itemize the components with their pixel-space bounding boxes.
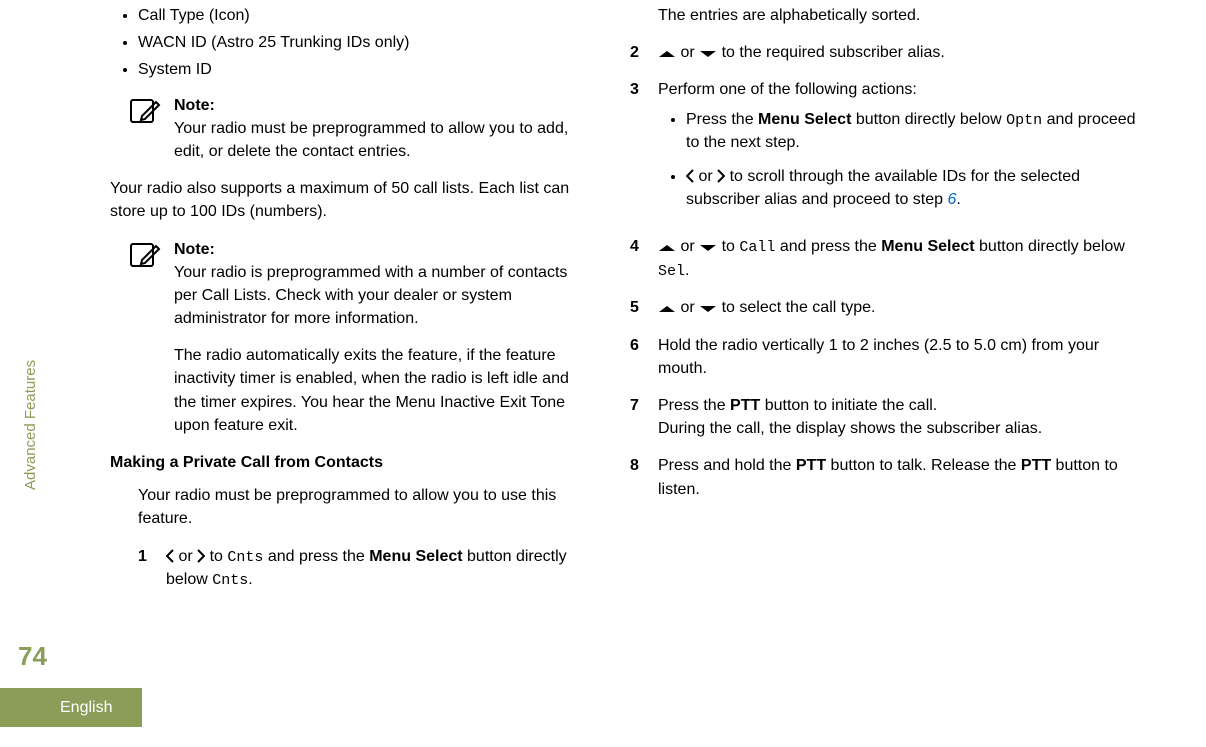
- step: 5 or to select the call type.: [630, 296, 1140, 319]
- step-body: or to Call and press the Menu Select but…: [658, 235, 1140, 283]
- nav-down-icon: [699, 243, 717, 253]
- text: or: [694, 168, 717, 185]
- text: or: [676, 238, 699, 255]
- step-number: 4: [630, 235, 644, 283]
- text: to scroll through the available IDs for …: [686, 168, 1080, 208]
- right-column: The entries are alphabetically sorted. 2…: [630, 4, 1140, 747]
- softkey-cnts: Cnts: [212, 572, 248, 589]
- nav-up-icon: [658, 243, 676, 253]
- step: 3 Perform one of the following actions: …: [630, 78, 1140, 221]
- step-body: Press the PTT button to initiate the cal…: [658, 394, 1140, 440]
- step-number: 2: [630, 41, 644, 64]
- nav-right-icon: [717, 169, 725, 183]
- menu-select-label: Menu Select: [758, 111, 851, 128]
- section-heading: Making a Private Call from Contacts: [110, 451, 570, 474]
- ptt-label: PTT: [796, 457, 826, 474]
- page-number: 74: [18, 638, 47, 676]
- text: and press the: [775, 238, 881, 255]
- action-list: Press the Menu Select button directly be…: [686, 108, 1140, 211]
- text: Press the: [686, 111, 758, 128]
- step: 4 or to Call and press the Menu Select b…: [630, 235, 1140, 283]
- menu-select-label: Menu Select: [369, 548, 462, 565]
- section-label: Advanced Features: [20, 360, 42, 490]
- nav-up-icon: [658, 49, 676, 59]
- text: to: [717, 238, 739, 255]
- note-edit-icon: [128, 94, 162, 128]
- step-head: Perform one of the following actions:: [658, 78, 1140, 101]
- list-item: WACN ID (Astro 25 Trunking IDs only): [138, 31, 570, 54]
- note-title: Note:: [174, 94, 570, 117]
- step-number: 7: [630, 394, 644, 440]
- note-text: The radio automatically exits the featur…: [174, 344, 570, 437]
- list-item: Call Type (Icon): [138, 4, 570, 27]
- left-column: Call Type (Icon) WACN ID (Astro 25 Trunk…: [60, 4, 570, 747]
- step: 2 or to the required subscriber alias.: [630, 41, 1140, 64]
- note-edit-icon: [128, 238, 162, 272]
- softkey-cnts: Cnts: [227, 549, 263, 566]
- text: During the call, the display shows the s…: [658, 420, 1042, 437]
- note-text: Your radio is preprogrammed with a numbe…: [174, 261, 570, 331]
- step-body: Hold the radio vertically 1 to 2 inches …: [658, 334, 1140, 380]
- text: button to talk. Release the: [826, 457, 1021, 474]
- step-body: Perform one of the following actions: Pr…: [658, 78, 1140, 221]
- note-text: Your radio must be preprogrammed to allo…: [174, 117, 570, 163]
- ptt-label: PTT: [730, 397, 760, 414]
- step: 7 Press the PTT button to initiate the c…: [630, 394, 1140, 440]
- page: Advanced Features 74 English Call Type (…: [0, 0, 1206, 747]
- text: .: [956, 191, 960, 208]
- note-body: Note: Your radio is preprogrammed with a…: [174, 238, 570, 438]
- softkey-call: Call: [739, 239, 775, 256]
- ptt-label: PTT: [1021, 457, 1051, 474]
- nav-down-icon: [699, 304, 717, 314]
- nav-left-icon: [686, 169, 694, 183]
- note-block: Note: Your radio must be preprogrammed t…: [128, 94, 570, 164]
- step-body: or to the required subscriber alias.: [658, 41, 1140, 64]
- list-item: Press the Menu Select button directly be…: [686, 108, 1140, 155]
- note-title: Note:: [174, 238, 570, 261]
- step-body: or to Cnts and press the Menu Select but…: [166, 545, 570, 593]
- menu-select-label: Menu Select: [881, 238, 974, 255]
- step-number: 1: [138, 545, 152, 593]
- step-number: 6: [630, 334, 644, 380]
- text: .: [248, 571, 252, 588]
- intro-paragraph: Your radio must be preprogrammed to allo…: [138, 484, 570, 530]
- text: Press the: [658, 397, 730, 414]
- text: to: [205, 548, 227, 565]
- text: and press the: [263, 548, 369, 565]
- text: .: [685, 262, 689, 279]
- softkey-sel: Sel: [658, 263, 685, 280]
- step: 6 Hold the radio vertically 1 to 2 inche…: [630, 334, 1140, 380]
- softkey-optn: Optn: [1006, 112, 1042, 129]
- step: 1 or to Cnts and press the Menu Select b…: [138, 545, 570, 593]
- step-number: 8: [630, 454, 644, 500]
- step: 8 Press and hold the PTT button to talk.…: [630, 454, 1140, 500]
- side-rail: Advanced Features 74: [0, 0, 60, 747]
- text: button directly below: [851, 111, 1006, 128]
- step-number: 5: [630, 296, 644, 319]
- step-body: Press and hold the PTT button to talk. R…: [658, 454, 1140, 500]
- list-item: System ID: [138, 58, 570, 81]
- paragraph: The entries are alphabetically sorted.: [658, 4, 1140, 27]
- text: or: [174, 548, 197, 565]
- text: Press and hold the: [658, 457, 796, 474]
- paragraph: Your radio also supports a maximum of 50…: [110, 177, 570, 223]
- note-body: Note: Your radio must be preprogrammed t…: [174, 94, 570, 164]
- note-block: Note: Your radio is preprogrammed with a…: [128, 238, 570, 438]
- text: to the required subscriber alias.: [717, 44, 945, 61]
- nav-right-icon: [197, 549, 205, 563]
- text: to select the call type.: [717, 299, 875, 316]
- text: button directly below: [975, 238, 1125, 255]
- content-columns: Call Type (Icon) WACN ID (Astro 25 Trunk…: [60, 0, 1156, 747]
- text: or: [676, 299, 699, 316]
- nav-down-icon: [699, 49, 717, 59]
- text: button to initiate the call.: [760, 397, 937, 414]
- nav-up-icon: [658, 304, 676, 314]
- nav-left-icon: [166, 549, 174, 563]
- language-tab: English: [0, 688, 142, 727]
- list-item: or to scroll through the available IDs f…: [686, 165, 1140, 211]
- text: or: [676, 44, 699, 61]
- step-number: 3: [630, 78, 644, 221]
- step-body: or to select the call type.: [658, 296, 1140, 319]
- field-list: Call Type (Icon) WACN ID (Astro 25 Trunk…: [138, 4, 570, 82]
